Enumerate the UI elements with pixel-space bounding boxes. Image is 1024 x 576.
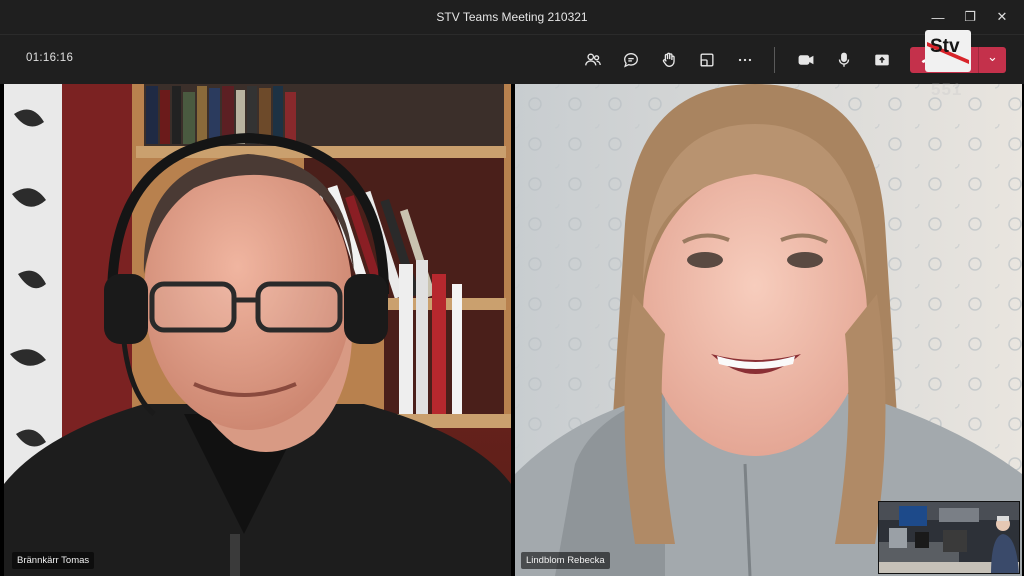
people-button[interactable] (574, 43, 612, 77)
camera-icon (798, 55, 814, 65)
window-controls: — ❐ ✕ (922, 0, 1018, 34)
more-icon (738, 58, 752, 62)
self-preview-image (879, 502, 1019, 573)
chat-icon (624, 53, 638, 68)
stv-logo-mark: Stv (927, 36, 969, 64)
leave-options-button[interactable]: ⌄ (978, 47, 1006, 73)
self-preview-video[interactable] (878, 501, 1020, 574)
meeting-timer: 01:16:16 (26, 52, 74, 64)
people-icon (585, 53, 601, 66)
participant-name-label: Brännkärr Tomas (12, 552, 95, 569)
chevron-down-icon: ⌄ (987, 49, 998, 64)
close-button[interactable]: ✕ (986, 0, 1018, 34)
participant-name-label: Lindblom Rebecka (521, 552, 610, 569)
rooms-icon (700, 53, 714, 67)
stv-logo: Stv (925, 30, 971, 72)
breakout-rooms-button[interactable] (688, 43, 726, 77)
toolbar-actions (574, 43, 901, 77)
channel-number: 551 (931, 80, 963, 99)
mic-icon (838, 52, 850, 67)
window-titlebar: STV Teams Meeting 210321 — ❐ ✕ (0, 0, 1024, 34)
meeting-toolbar: 01:16:16 ⌄ (0, 34, 1024, 84)
share-screen-button[interactable] (863, 43, 901, 77)
raise-hand-button[interactable] (650, 43, 688, 77)
more-actions-button[interactable] (726, 43, 764, 77)
raise-hand-icon (662, 52, 675, 67)
stv-logo-text: Stv (930, 36, 960, 57)
share-icon (875, 54, 889, 66)
camera-button[interactable] (787, 43, 825, 77)
minimize-button[interactable]: — (922, 0, 954, 34)
chat-button[interactable] (612, 43, 650, 77)
toolbar-divider (774, 47, 775, 73)
participant-video-tile[interactable]: Brännkärr Tomas (4, 84, 511, 576)
restore-button[interactable]: ❐ (954, 0, 986, 34)
microphone-button[interactable] (825, 43, 863, 77)
window-title: STV Teams Meeting 210321 (436, 10, 588, 24)
participant-video (4, 84, 511, 576)
